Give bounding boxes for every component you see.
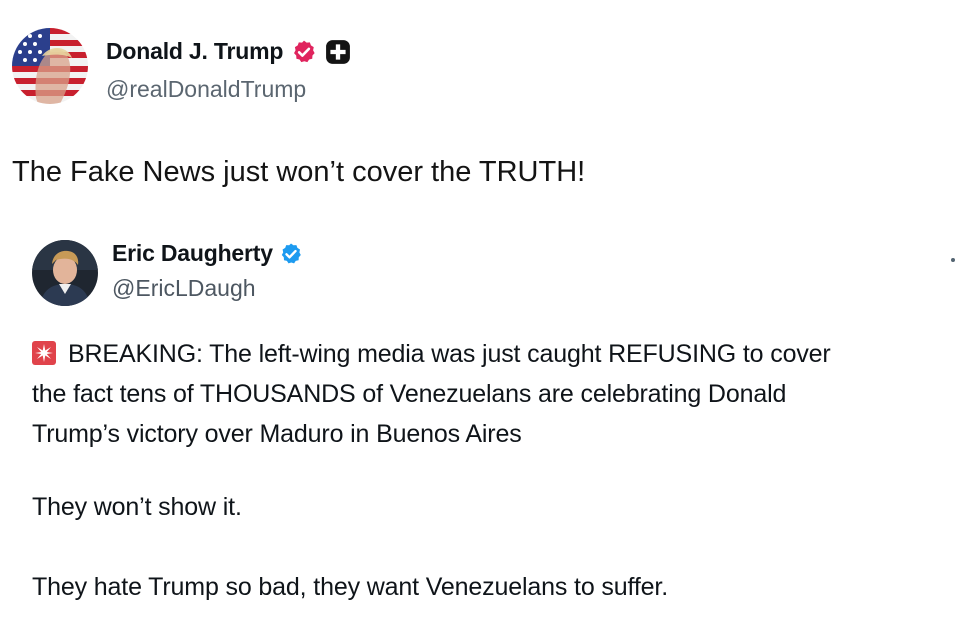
profile-photo-icon [32, 240, 98, 306]
quoted-post-paragraph: They won’t show it. [32, 493, 242, 521]
author-name[interactable]: Donald J. Trump [106, 38, 283, 65]
quoted-post-line: the fact tens of THOUSANDS of Venezuelan… [32, 380, 787, 408]
siren-emoji-icon [32, 341, 56, 365]
more-options-icon[interactable] [951, 258, 955, 262]
quoted-post-line: Trump’s victory over Maduro in Buenos Ai… [32, 420, 522, 448]
author-name-row: Donald J. Trump [106, 38, 351, 65]
verified-badge-icon [294, 40, 315, 62]
quoted-post-paragraph: They hate Trump so bad, they want Venezu… [32, 573, 668, 601]
quoted-author-name[interactable]: Eric Daugherty [112, 240, 273, 267]
quoted-post-line-text: BREAKING: The left-wing media was just c… [68, 340, 831, 368]
trump-flag-avatar-icon [12, 28, 88, 104]
quoted-post-line: BREAKING: The left-wing media was just c… [32, 334, 960, 374]
author-avatar[interactable] [12, 28, 88, 104]
verified-badge-icon [281, 243, 301, 263]
quoted-post-body: BREAKING: The left-wing media was just c… [32, 334, 960, 454]
quoted-author-avatar[interactable] [32, 240, 98, 306]
post-text: The Fake News just won’t cover the TRUTH… [12, 156, 586, 188]
quoted-author-handle[interactable]: @EricLDaugh [112, 275, 256, 302]
author-handle[interactable]: @realDonaldTrump [106, 76, 306, 103]
quoted-author-name-row: Eric Daugherty [112, 240, 303, 267]
affiliation-badge-icon [326, 39, 351, 64]
